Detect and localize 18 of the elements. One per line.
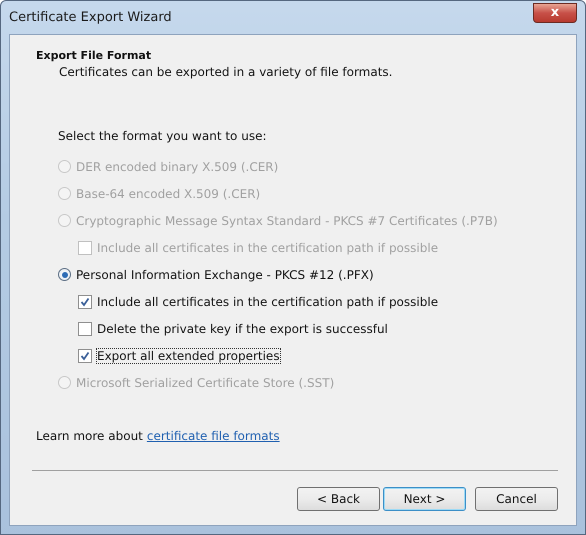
dialog-button[interactable]: Next > <box>383 487 466 511</box>
checkbox-label[interactable]: Export all extended properties <box>97 348 280 362</box>
window-title: Certificate Export Wizard <box>9 10 172 25</box>
format-option[interactable]: Personal Information Exchange - PKCS #12 (.PFX) <box>76 268 374 282</box>
close-button[interactable]: x <box>533 2 577 22</box>
learn-more-text: Learn more about <box>36 429 143 443</box>
radio-button[interactable] <box>58 268 71 281</box>
page-heading: Export File Format <box>36 49 152 62</box>
dialog-button[interactable]: Cancel <box>475 487 558 511</box>
format-prompt: Select the format you want to use: <box>58 129 268 143</box>
checkbox[interactable] <box>78 294 92 308</box>
dialog-button[interactable]: < Back <box>297 487 380 511</box>
checkbox-label[interactable]: Include all certificates in the certification path if possible <box>97 294 438 308</box>
checkbox[interactable] <box>78 322 92 336</box>
page-description: Certificates can be exported in a variety of file formats. <box>58 65 394 79</box>
help-link[interactable]: certificate file formats <box>146 429 280 443</box>
checkbox-label[interactable]: Delete the private key if the export is successful <box>97 322 388 336</box>
checkbox[interactable] <box>78 348 92 362</box>
